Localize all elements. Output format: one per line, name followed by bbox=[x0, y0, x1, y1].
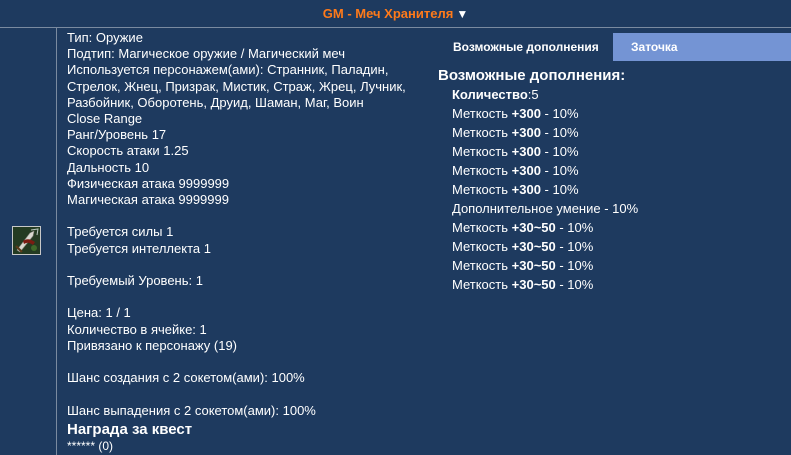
addon-name: Меткость bbox=[452, 144, 512, 159]
addon-row: Меткость +30~50 - 10% bbox=[438, 218, 788, 237]
addon-chance: - 10% bbox=[540, 163, 579, 178]
item-title[interactable]: GM - Меч Хранителя bbox=[323, 6, 454, 21]
addon-chance: - 10% bbox=[540, 182, 579, 197]
tab-possible-addons[interactable]: Возможные дополнения bbox=[440, 33, 612, 61]
addons-count: Количество:5 bbox=[438, 85, 788, 104]
item-classes: Стрелок, Жнец, Призрак, Мистик, Страж, Ж… bbox=[67, 78, 406, 94]
addon-row: Меткость +300 - 10% bbox=[438, 161, 788, 180]
addon-chance: - 10% bbox=[540, 106, 579, 121]
addon-name: Меткость bbox=[452, 163, 512, 178]
addon-chance: - 10% bbox=[555, 277, 594, 292]
addon-value: +30~50 bbox=[511, 239, 556, 254]
item-subtype: Подтип: Магическое оружие / Магический м… bbox=[67, 46, 345, 62]
item-description: Тип: Оружие Подтип: Магическое оружие / … bbox=[67, 30, 447, 453]
item-physical-attack: Физическая атака 9999999 bbox=[67, 175, 230, 191]
addon-value: +30~50 bbox=[511, 277, 556, 292]
addons-panel: Возможные дополнения: Количество:5 Метко… bbox=[438, 67, 788, 294]
item-magic-attack: Магическая атака 9999999 bbox=[67, 192, 229, 208]
req-intellect: Требуется интеллекта 1 bbox=[67, 240, 211, 256]
item-range: Дальность 10 bbox=[67, 159, 150, 175]
addon-row: Меткость +30~50 - 10% bbox=[438, 256, 788, 275]
addon-value: +300 bbox=[511, 144, 541, 159]
addon-chance: - 10% bbox=[555, 239, 594, 254]
addon-value: +30~50 bbox=[511, 220, 556, 235]
addon-name: Меткость bbox=[452, 277, 512, 292]
addons-count-value: :5 bbox=[527, 87, 539, 102]
req-strength: Требуется силы 1 bbox=[67, 224, 174, 240]
addon-name: Меткость bbox=[452, 125, 512, 140]
addon-value: +300 bbox=[511, 106, 541, 121]
addon-value: +300 bbox=[511, 125, 541, 140]
tab-sharpening[interactable]: Заточка bbox=[613, 33, 791, 61]
addon-chance: - 10% bbox=[540, 144, 579, 159]
addon-row: Дополнительное умение - 10% bbox=[438, 199, 788, 218]
quest-reward-value: ****** (0) bbox=[67, 438, 114, 453]
craft-chance: Шанс создания с 2 сокетом(ами): 100% bbox=[67, 370, 305, 386]
addon-row: Меткость +30~50 - 10% bbox=[438, 275, 788, 294]
addon-chance: - 10% bbox=[555, 258, 594, 273]
addon-name: Меткость bbox=[452, 258, 512, 273]
addon-row: Меткость +30~50 - 10% bbox=[438, 237, 788, 256]
addon-name: Меткость bbox=[452, 182, 512, 197]
item-price: Цена: 1 / 1 bbox=[67, 305, 131, 321]
req-level: Требуемый Уровень: 1 bbox=[67, 273, 203, 289]
addon-chance: - 10% bbox=[555, 220, 594, 235]
addon-name: Меткость bbox=[452, 220, 512, 235]
addon-row: Меткость +300 - 10% bbox=[438, 123, 788, 142]
item-attack-speed: Скорость атаки 1.25 bbox=[67, 143, 189, 159]
item-title-bar: GM - Меч Хранителя ▼ bbox=[0, 0, 791, 28]
chevron-down-icon[interactable]: ▼ bbox=[456, 7, 468, 21]
item-classes: Используется персонажем(ами): Странник, … bbox=[67, 62, 389, 78]
icon-column bbox=[0, 28, 57, 455]
addon-chance: - 10% bbox=[540, 125, 579, 140]
addon-value: +30~50 bbox=[511, 258, 556, 273]
item-bound: Привязано к персонажу (19) bbox=[67, 337, 238, 353]
addon-row: Меткость +300 - 10% bbox=[438, 180, 788, 199]
quest-reward-title: Награда за квест bbox=[67, 420, 193, 438]
addon-row: Меткость +300 - 10% bbox=[438, 104, 788, 123]
addon-value: +300 bbox=[511, 163, 541, 178]
addon-row: Меткость +300 - 10% bbox=[438, 142, 788, 161]
item-classes: Разбойник, Оборотень, Друид, Шаман, Маг,… bbox=[67, 94, 364, 110]
item-type: Тип: Оружие bbox=[67, 30, 143, 45]
addon-name: Дополнительное умение - 10% bbox=[452, 201, 639, 216]
drop-chance: Шанс выпадения с 2 сокетом(ами): 100% bbox=[67, 402, 316, 418]
item-title-dropdown[interactable]: GM - Меч Хранителя ▼ bbox=[323, 6, 468, 21]
addons-count-label: Количество bbox=[452, 87, 528, 102]
addon-value: +300 bbox=[511, 182, 541, 197]
addon-name: Меткость bbox=[452, 106, 512, 121]
item-stack: Количество в ячейке: 1 bbox=[67, 321, 207, 337]
sword-item-icon[interactable] bbox=[12, 226, 41, 255]
tab-bar: Возможные дополнения Заточка bbox=[440, 33, 791, 61]
item-range-type: Close Range bbox=[67, 111, 143, 127]
addon-name: Меткость bbox=[452, 239, 512, 254]
addons-heading: Возможные дополнения: bbox=[438, 67, 626, 84]
item-rank: Ранг/Уровень 17 bbox=[67, 127, 167, 143]
